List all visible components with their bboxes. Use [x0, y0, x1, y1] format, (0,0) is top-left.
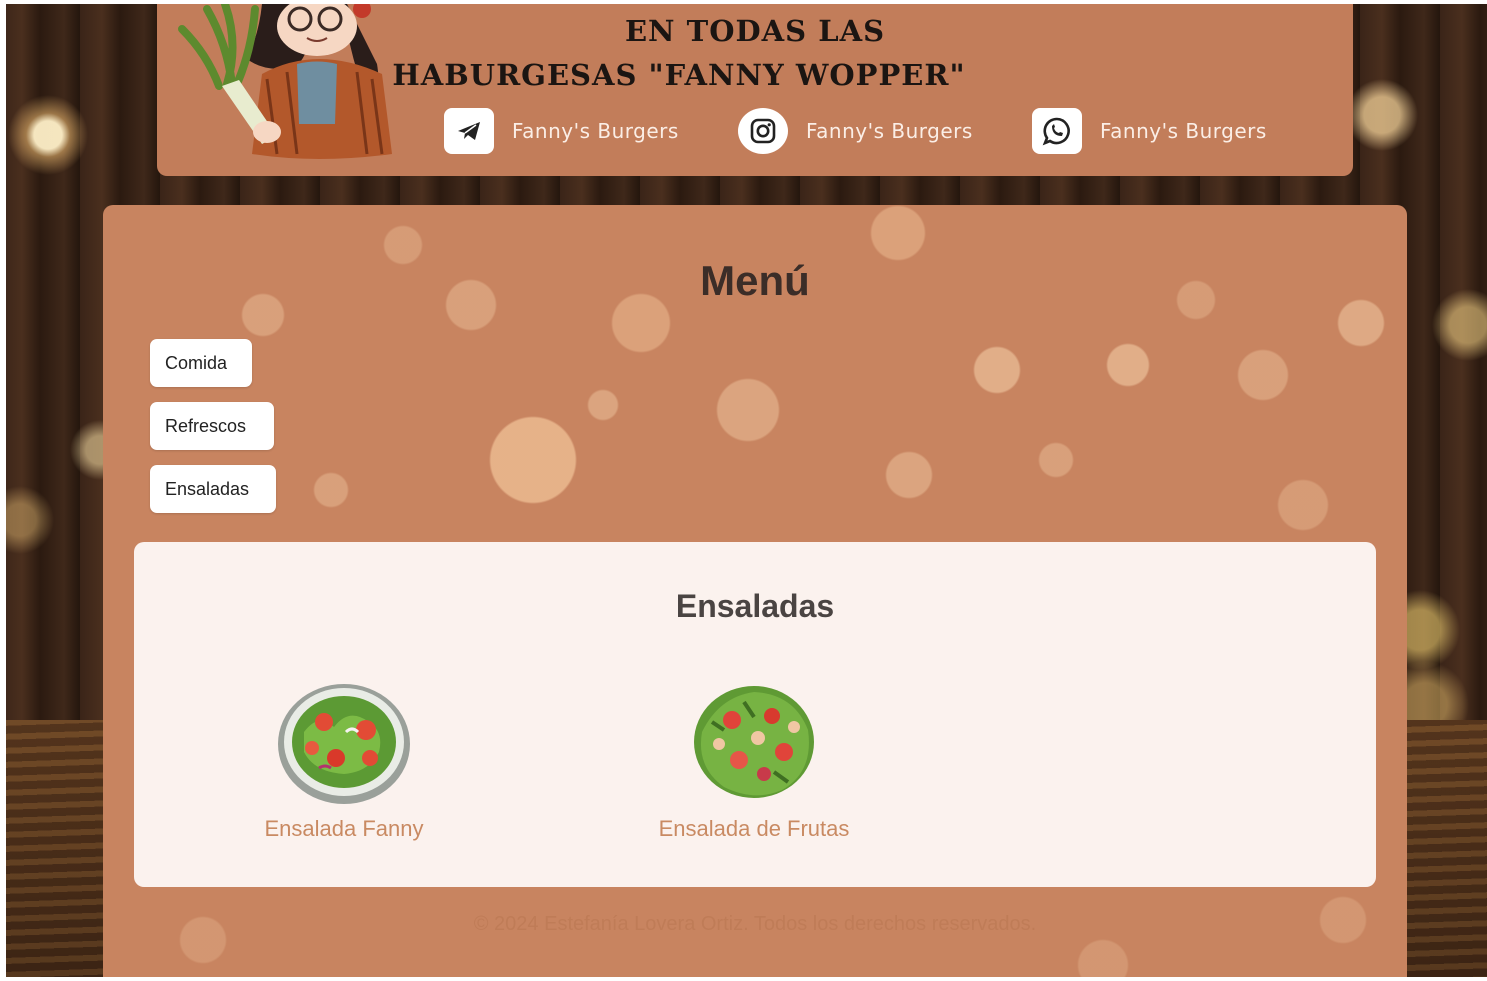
promo-heading-line-1: EN TODAS LAS: [624, 14, 886, 48]
instagram-icon: [738, 108, 788, 154]
frame-edge: [0, 977, 1487, 981]
instagram-label: Fanny's Burgers: [806, 119, 973, 143]
telegram-link[interactable]: Fanny's Burgers: [444, 108, 679, 154]
copyright-footer: © 2024 Estefanía Lovera Ortiz. Todos los…: [473, 913, 1037, 935]
menu-item[interactable]: Ensalada Fanny: [224, 682, 464, 842]
fruit-salad-image: [694, 686, 814, 798]
page-title: Menú: [700, 257, 810, 304]
section-title: Ensaladas: [675, 588, 835, 624]
site-header: EN TODAS LAS HABURGESAS "FANNY WOPPER" F…: [157, 4, 1353, 176]
category-button-refrescos[interactable]: Refrescos: [150, 402, 274, 450]
telegram-label: Fanny's Burgers: [512, 119, 679, 143]
frame-edge: [0, 0, 6, 981]
category-button-ensaladas[interactable]: Ensaladas: [150, 465, 276, 513]
menu-panel: Menú Comida Refrescos Ensaladas Ensalada…: [103, 205, 1407, 981]
menu-item[interactable]: Ensalada de Frutas: [634, 682, 874, 842]
telegram-icon: [444, 108, 494, 154]
whatsapp-label: Fanny's Burgers: [1100, 119, 1267, 143]
whatsapp-icon: [1032, 108, 1082, 154]
category-button-comida[interactable]: Comida: [150, 339, 252, 387]
salad-bowl-image: [278, 684, 410, 804]
whatsapp-link[interactable]: Fanny's Burgers: [1032, 108, 1267, 154]
promo-heading-line-2: HABURGESAS "FANNY WOPPER": [392, 58, 966, 92]
category-card: Ensaladas Ensalada Fanny Ensalada de Fru…: [134, 542, 1376, 887]
menu-item-name: Ensalada Fanny: [264, 816, 424, 841]
menu-item-name: Ensalada de Frutas: [658, 816, 850, 841]
instagram-link[interactable]: Fanny's Burgers: [738, 108, 973, 154]
